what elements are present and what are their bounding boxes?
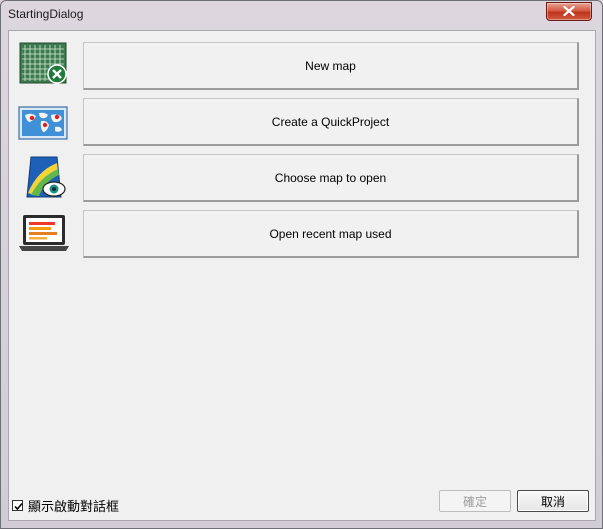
choose-map-button[interactable]: Choose map to open — [83, 154, 579, 202]
window-title: StartingDialog — [8, 7, 84, 21]
ok-label: 確定 — [462, 494, 487, 509]
choose-map-label: Choose map to open — [274, 170, 387, 185]
show-dialog-checkbox-row[interactable]: 顯示啟動對話框 — [12, 496, 119, 515]
show-dialog-checkbox[interactable] — [12, 500, 23, 511]
starting-dialog-window: StartingDialog New map Create a QuickPro… — [0, 0, 603, 529]
new-map-button[interactable]: New map — [83, 42, 579, 90]
open-recent-map-button[interactable]: Open recent map used — [83, 210, 579, 258]
cancel-button[interactable]: 取消 — [517, 490, 589, 512]
laptop-recent-icon — [17, 211, 71, 255]
new-map-label: New map — [305, 58, 356, 73]
open-recent-map-label: Open recent map used — [269, 226, 392, 241]
create-quickproject-label: Create a QuickProject — [271, 114, 390, 129]
cancel-label: 取消 — [540, 494, 565, 509]
map-view-eye-icon — [17, 153, 71, 198]
world-map-icon — [17, 101, 71, 145]
dialog-content: New map Create a QuickProject Choose map… — [8, 30, 596, 521]
ok-button[interactable]: 確定 — [439, 490, 511, 512]
close-icon — [563, 6, 575, 16]
show-dialog-label: 顯示啟動對話框 — [28, 499, 120, 514]
new-map-grid-icon — [17, 41, 71, 85]
create-quickproject-button[interactable]: Create a QuickProject — [83, 98, 579, 146]
checkmark-icon — [14, 502, 23, 511]
close-button[interactable] — [546, 2, 592, 21]
